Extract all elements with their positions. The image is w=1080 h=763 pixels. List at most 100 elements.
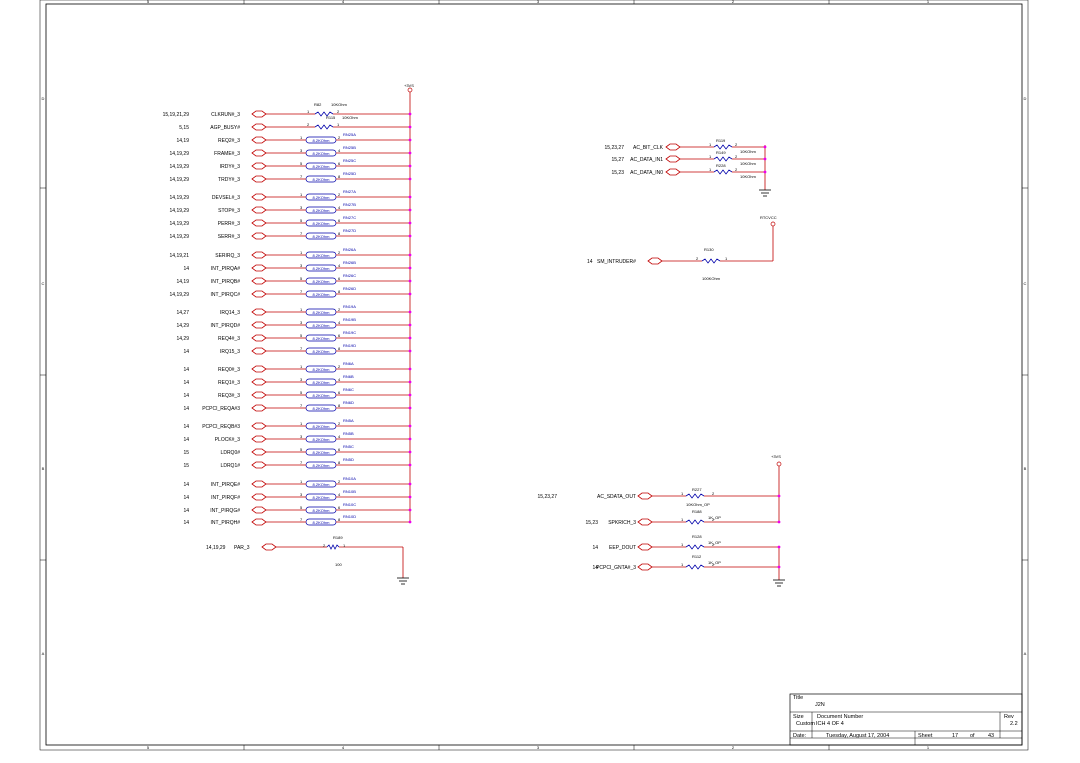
- pin-number: 5: [300, 218, 303, 223]
- part-value: 8.2KOhm: [313, 367, 331, 372]
- part-ref: RN10D: [343, 514, 356, 519]
- rev-label: Rev: [1004, 714, 1014, 720]
- part-ref: R227: [692, 487, 702, 492]
- pin-number: 6: [338, 218, 341, 223]
- signal-row: PLOCK#_3 14 8.2KOhm 3 4RN5B: [183, 431, 412, 443]
- net-refs: 14,19,29: [170, 292, 190, 298]
- net-label: LDRQ0#: [221, 450, 241, 456]
- signal-row: REQ3#_3 14 8.2KOhm 5 6RN6C: [183, 387, 412, 399]
- part-ref: RN6D: [343, 400, 354, 405]
- signal-row: INT_PIRQC# 14,19,29 8.2KOhm 7 8RN26D: [170, 286, 412, 298]
- net-label: REQ1#_3: [218, 380, 240, 386]
- resistor-symbol: [713, 169, 733, 175]
- net-label: PCPCI_GNTA#_3: [596, 565, 636, 571]
- part-value: 8.2KOhm: [313, 151, 331, 156]
- net-label: AC_SDATA_OUT: [597, 494, 636, 500]
- pin-number: 2: [338, 192, 341, 197]
- part-ref: RN25B: [343, 145, 356, 150]
- part-ref: R115: [326, 115, 336, 120]
- part-ref: R128: [692, 534, 702, 539]
- part-ref: RN19A: [343, 304, 356, 309]
- offpage-connector: [251, 365, 267, 373]
- net-label: INT_PIRQF#: [211, 495, 240, 501]
- net-refs: 14: [183, 495, 189, 501]
- zone-letter-right: D: [1024, 96, 1027, 101]
- pin-number: 3: [300, 263, 303, 268]
- offpage-connector: [251, 110, 267, 118]
- junction-dot: [777, 545, 781, 549]
- pin-number: 8: [338, 289, 341, 294]
- resistor-symbol: [685, 519, 705, 525]
- pin-number: 6: [338, 276, 341, 281]
- bottom-signal-row: EEP_DOUT141 2R1281K_OP: [592, 534, 781, 551]
- junction-dot: [777, 520, 781, 524]
- part-value: 8.2KOhm: [313, 323, 331, 328]
- net-refs: 15,23: [585, 520, 598, 526]
- part-ref: R112: [692, 554, 702, 559]
- pin-number: 4: [338, 148, 341, 153]
- pin-number: 4: [338, 320, 341, 325]
- pin-number: 6: [338, 333, 341, 338]
- part-value: 10KOhm: [740, 161, 756, 166]
- offpage-connector: [251, 404, 267, 412]
- net-refs: 14,19,29: [170, 195, 190, 201]
- zone-number-bottom: 2: [732, 745, 735, 750]
- zone-number-top: 5: [147, 0, 150, 4]
- junction-dot: [408, 164, 412, 168]
- pin-number: 8: [338, 174, 341, 179]
- part-ref: RN19C: [343, 330, 356, 335]
- pin-number: 1: [300, 250, 303, 255]
- part-ref: RN19B: [343, 317, 356, 322]
- signal-row: IRQ14_3 14,27 8.2KOhm 1 2RN19A: [176, 304, 412, 316]
- part-ref: R82: [314, 102, 322, 107]
- offpage-connector: [251, 480, 267, 488]
- pin-number: 1: [307, 109, 310, 114]
- net-label: PLOCK#_3: [215, 437, 241, 443]
- offpage-connector: [251, 290, 267, 298]
- part-ref: RN6C: [343, 387, 354, 392]
- net-refs: 14: [592, 545, 598, 551]
- part-value: 8.2KOhm: [313, 208, 331, 213]
- part-value: 8.2KOhm: [313, 508, 331, 513]
- date-value: Tuesday, August 17, 2004: [826, 733, 889, 739]
- part-value: 8.2KOhm: [313, 437, 331, 442]
- part-value: 1K_OP: [708, 515, 721, 520]
- net-label: LDRQ1#: [221, 463, 241, 469]
- junction-dot: [408, 292, 412, 296]
- pin-number: 8: [338, 346, 341, 351]
- net-refs: 15: [183, 463, 189, 469]
- part-value: 8.2KOhm: [313, 336, 331, 341]
- pin-number: 3: [300, 434, 303, 439]
- signal-row: LDRQ1# 15 8.2KOhm 7 8RN5D: [183, 457, 412, 469]
- zone-letter-left: B: [42, 466, 45, 471]
- pin-number: 5: [300, 390, 303, 395]
- part-value: 8.2KOhm: [313, 463, 331, 468]
- zone-letter-left: A: [42, 651, 45, 656]
- offpage-connector: [665, 155, 681, 163]
- junction-dot: [408, 208, 412, 212]
- pin-number: 2: [338, 135, 341, 140]
- offpage-connector: [251, 232, 267, 240]
- offpage-connector: [251, 435, 267, 443]
- pin-number: 2: [307, 122, 310, 127]
- size-value: Custom: [796, 721, 815, 727]
- offpage-connector: [251, 321, 267, 329]
- zone-number-top: 3: [537, 0, 540, 4]
- net-label: PERR#_3: [218, 221, 240, 227]
- net-refs: 15,23,27: [538, 494, 558, 500]
- net-label: PCPCI_REQA#3: [202, 406, 240, 412]
- intruder-part: R130: [704, 247, 714, 252]
- pin-number: 6: [338, 390, 341, 395]
- par-circuit: 14,19,29 PAR_3 R189 100 2 1: [206, 535, 409, 585]
- net-label: FRAME#_3: [214, 151, 240, 157]
- pin-number: 1: [709, 167, 712, 172]
- pin-number: 7: [300, 460, 303, 465]
- pin-number: 7: [300, 346, 303, 351]
- junction-dot: [408, 266, 412, 270]
- net-refs: 14: [183, 424, 189, 430]
- junction-dot: [408, 406, 412, 410]
- zone-number-bottom: 4: [342, 745, 345, 750]
- pin-number: 7: [300, 231, 303, 236]
- pin-number: 2: [338, 479, 341, 484]
- net-refs: 15: [183, 450, 189, 456]
